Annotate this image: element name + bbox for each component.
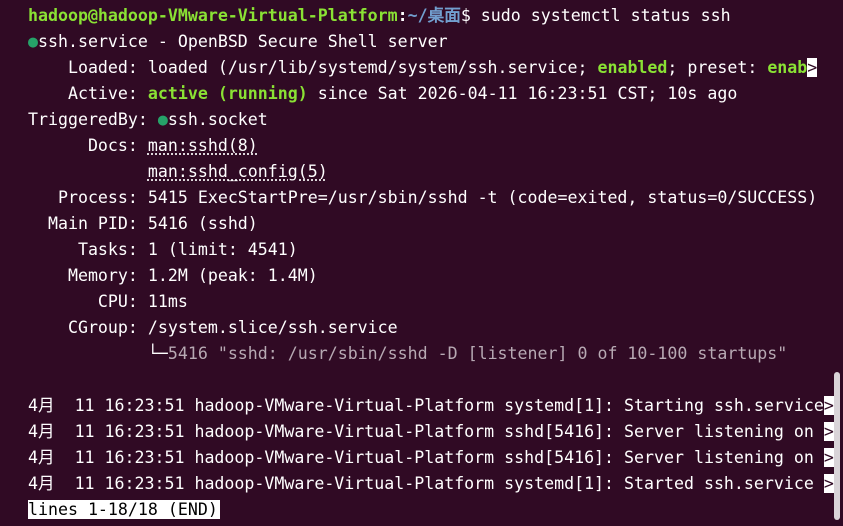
mainpid-line: Main PID: 5416 (sshd)	[28, 211, 843, 237]
pager-status: lines 1-18/18 (END)	[28, 500, 220, 519]
command-text: sudo systemctl status ssh	[480, 6, 731, 25]
cpu-value: 11ms	[147, 292, 188, 311]
line-truncated-marker: >	[823, 474, 834, 493]
cpu-line: CPU: 11ms	[28, 289, 843, 315]
status-dot-icon: ●	[28, 32, 38, 51]
terminal-output[interactable]: hadoop@hadoop-VMware-Virtual-Platform:~/…	[0, 0, 843, 526]
log-line: 4月 11 16:23:51 hadoop-VMware-Virtual-Pla…	[28, 419, 843, 445]
log-text: 4月 11 16:23:51 hadoop-VMware-Virtual-Pla…	[28, 474, 824, 493]
active-since: since Sat 2026-04-11 16:23:51 CST; 10s a…	[307, 84, 738, 103]
loaded-value-a: loaded (/usr/lib/systemd/system/ssh.serv…	[147, 58, 598, 77]
log-line: 4月 11 16:23:51 hadoop-VMware-Virtual-Pla…	[28, 393, 843, 419]
cgroup-tree-line: └─5416 "sshd: /usr/sbin/sshd -D [listene…	[28, 341, 843, 367]
cgroup-line: CGroup: /system.slice/ssh.service	[28, 315, 843, 341]
process-value: 5415 ExecStartPre=/usr/sbin/sshd -t (cod…	[147, 188, 818, 207]
tasks-value: 1 (limit: 4541)	[147, 240, 298, 259]
active-label: Active:	[28, 84, 148, 103]
terminal-scrollbar[interactable]	[834, 372, 840, 520]
memory-line: Memory: 1.2M (peak: 1.4M)	[28, 263, 843, 289]
memory-label: Memory:	[28, 266, 148, 285]
mainpid-label: Main PID:	[28, 214, 148, 233]
prompt-symbol: $	[460, 6, 481, 25]
mainpid-value: 5416 (sshd)	[147, 214, 258, 233]
active-line: Active: active (running) since Sat 2026-…	[28, 81, 843, 107]
log-line: 4月 11 16:23:51 hadoop-VMware-Virtual-Pla…	[28, 445, 843, 471]
cgroup-label: CGroup:	[28, 318, 148, 337]
prompt-user-host: hadoop@hadoop-VMware-Virtual-Platform	[28, 6, 398, 25]
docs-label: Docs:	[28, 136, 148, 155]
tree-process: 5416 "sshd: /usr/sbin/sshd -D [listener]…	[167, 344, 788, 363]
tasks-label: Tasks:	[28, 240, 148, 259]
line-truncated-marker: >	[823, 448, 834, 467]
prompt-path: ~/桌面	[407, 6, 461, 25]
docs-indent	[28, 162, 148, 181]
log-line: 4月 11 16:23:51 hadoop-VMware-Virtual-Pla…	[28, 471, 843, 497]
cpu-label: CPU:	[28, 292, 148, 311]
active-state: active (running)	[147, 84, 308, 103]
cgroup-value: /system.slice/ssh.service	[147, 318, 398, 337]
line-truncated-marker: >	[807, 58, 818, 77]
docs-line: Docs: man:sshd(8)	[28, 133, 843, 159]
docs-line-2: man:sshd_config(5)	[28, 159, 843, 185]
memory-value: 1.2M (peak: 1.4M)	[147, 266, 318, 285]
log-text: 4月 11 16:23:51 hadoop-VMware-Virtual-Pla…	[28, 422, 824, 441]
loaded-label: Loaded:	[28, 58, 148, 77]
service-title: ssh.service - OpenBSD Secure Shell serve…	[38, 32, 448, 51]
loaded-preset: enab	[767, 58, 808, 77]
command-line: hadoop@hadoop-VMware-Virtual-Platform:~/…	[28, 3, 843, 29]
docs-link-sshd[interactable]: man:sshd(8)	[148, 136, 258, 155]
log-text: 4月 11 16:23:51 hadoop-VMware-Virtual-Pla…	[28, 448, 824, 467]
docs-link-sshd-config[interactable]: man:sshd_config(5)	[148, 162, 328, 181]
tasks-line: Tasks: 1 (limit: 4541)	[28, 237, 843, 263]
triggered-line: TriggeredBy: ●ssh.socket	[28, 107, 843, 133]
socket-dot-icon: ●	[157, 110, 168, 129]
pager-status-line: lines 1-18/18 (END)	[28, 497, 843, 523]
loaded-line: Loaded: loaded (/usr/lib/systemd/system/…	[28, 55, 843, 81]
loaded-value-b: ; preset:	[667, 58, 768, 77]
tree-branch-icon: └─	[147, 344, 168, 363]
triggered-value: ssh.socket	[167, 110, 268, 129]
loaded-enabled: enabled	[597, 58, 668, 77]
log-text: 4月 11 16:23:51 hadoop-VMware-Virtual-Pla…	[28, 396, 824, 415]
process-label: Process:	[28, 188, 148, 207]
line-truncated-marker: >	[823, 396, 834, 415]
process-line: Process: 5415 ExecStartPre=/usr/sbin/ssh…	[28, 185, 843, 211]
prompt-separator: :	[397, 6, 408, 25]
line-truncated-marker: >	[823, 422, 834, 441]
triggered-label: TriggeredBy:	[28, 110, 158, 129]
service-header: ●ssh.service - OpenBSD Secure Shell serv…	[28, 29, 843, 55]
